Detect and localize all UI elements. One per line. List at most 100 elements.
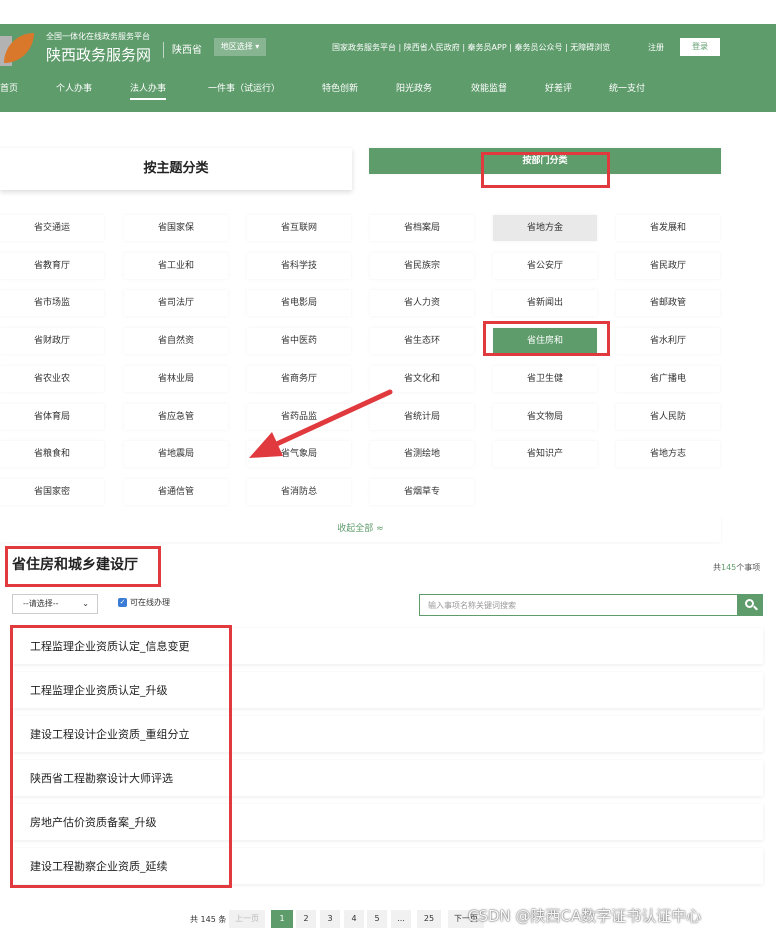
nav-item-legal-person[interactable]: 法人办事 [130,81,167,100]
list-item-label: 房地产估价资质备案_升级 [30,816,157,829]
red-arrow [249,389,393,458]
department-item[interactable]: 省发展和 [616,215,720,241]
search-input[interactable] [419,594,737,616]
nav-item-home[interactable]: 首页 [0,81,18,94]
pagination-page[interactable]: 4 [344,910,364,928]
list-item[interactable]: 房地产估价资质备案_升级 [12,804,763,840]
department-item[interactable]: 省应急管 [124,404,228,430]
register-link[interactable]: 注册 [648,42,664,53]
department-item[interactable]: 省中医药 [247,328,351,354]
department-item[interactable]: 省林业局 [124,366,228,392]
header-divider [163,42,164,58]
nav-item-payment[interactable]: 统一支付 [609,81,645,94]
search-button[interactable] [737,594,763,616]
pagination-ellipsis: ... [391,910,411,928]
orange-leaf-icon [0,30,36,66]
department-item[interactable]: 省交通运 [0,215,104,241]
department-item[interactable]: 省市场监 [0,290,104,316]
department-item[interactable]: 省民族宗 [370,253,474,279]
collapse-all-button[interactable]: 收起全部 ≈ [0,516,721,542]
department-item[interactable]: 省文化和 [370,366,474,392]
pagination-page[interactable]: 1 [271,910,293,928]
list-item[interactable]: 工程监理企业资质认定_升级 [12,672,763,708]
filter-select-value: --请选择-- [23,599,59,608]
department-item[interactable]: 省知识产 [493,441,597,467]
department-item[interactable]: 省公安厅 [493,253,597,279]
department-item[interactable]: 省水利厅 [616,328,720,354]
total-count: 共145个事项 [713,562,760,573]
site-subtitle: 全国一体化在线政务服务平台 [46,32,150,41]
department-item[interactable]: 省地震局 [124,441,228,467]
nav-item-supervision[interactable]: 效能监督 [471,81,507,94]
department-item[interactable]: 省农业农 [0,366,104,392]
department-item[interactable]: 省广播电 [616,366,720,392]
department-item[interactable]: 省民政厅 [616,253,720,279]
department-item[interactable]: 省文物局 [493,404,597,430]
department-item[interactable]: 省烟草专 [370,479,474,505]
pagination-page[interactable]: 3 [320,910,340,928]
department-item[interactable]: 省人力资 [370,290,474,316]
department-item[interactable]: 省商务厅 [247,366,351,392]
department-item[interactable]: 省工业和 [124,253,228,279]
list-item-label: 建设工程勘察企业资质_延续 [30,860,168,873]
nav-item-innovation[interactable]: 特色创新 [322,81,358,94]
department-item[interactable]: 省通信管 [124,479,228,505]
list-item[interactable]: 建设工程设计企业资质_重组分立 [12,716,763,752]
department-item[interactable]: 省教育厅 [0,253,104,279]
department-item[interactable]: 省消防总 [247,479,351,505]
province-label: 陕西省 [172,45,202,56]
list-item[interactable]: 建设工程勘察企业资质_延续 [12,848,763,884]
total-prefix: 共 [713,563,721,572]
total-suffix: 个事项 [736,563,761,572]
department-item[interactable]: 省统计局 [370,404,474,430]
department-item[interactable]: 省测绘地 [370,441,474,467]
department-item[interactable]: 省住房和 [493,328,597,354]
department-item[interactable]: 省国家密 [0,479,104,505]
list-item[interactable]: 陕西省工程勘察设计大师评选 [12,760,763,796]
chevron-down-icon: ⌄ [82,599,89,608]
department-item[interactable]: 省互联网 [247,215,351,241]
pagination-page[interactable]: 5 [367,910,387,928]
department-item[interactable]: 省生态环 [370,328,474,354]
department-item[interactable]: 省体育局 [0,404,104,430]
chevron-down-icon: ▾ [255,42,260,51]
login-button[interactable]: 登录 [680,38,720,56]
top-links[interactable]: 国家政务服务平台 | 陕西省人民政府 | 秦务员APP | 秦务员公众号 | 无… [332,42,610,53]
department-item[interactable]: 省国家保 [124,215,228,241]
department-item[interactable]: 省人民防 [616,404,720,430]
list-item[interactable]: 工程监理企业资质认定_信息变更 [12,628,763,664]
department-item[interactable]: 省财政厅 [0,328,104,354]
tab-by-department[interactable]: 按部门分类 [369,148,721,174]
pagination-page[interactable]: 2 [296,910,316,928]
region-select-button[interactable]: 地区选择 ▾ [214,38,266,56]
nav-item-personal[interactable]: 个人办事 [56,81,92,94]
nav-item-one-thing[interactable]: 一件事（试运行） [208,81,280,94]
department-item[interactable]: 省粮食和 [0,441,104,467]
online-checkbox[interactable]: ✓ [118,598,127,607]
list-item-label: 工程监理企业资质认定_信息变更 [30,640,190,653]
pagination-prev[interactable]: 上一页 [229,910,265,928]
department-item[interactable]: 省地方金 [493,215,597,241]
main-nav: 首页 个人办事 法人办事 一件事（试运行） 特色创新 阳光政务 效能监督 好差评… [0,81,776,101]
total-number: 145 [721,563,737,572]
department-item[interactable]: 省邮政管 [616,290,720,316]
department-item[interactable]: 省新闻出 [493,290,597,316]
filter-select[interactable]: --请选择-- ⌄ [12,594,98,614]
department-item[interactable]: 省气象局 [247,441,351,467]
online-checkbox-label: 可在线办理 [130,598,170,607]
list-item-label: 建设工程设计企业资质_重组分立 [30,728,190,741]
department-item[interactable]: 省司法厅 [124,290,228,316]
section-title: 省住房和城乡建设厅 [12,557,138,573]
nav-item-open-government[interactable]: 阳光政务 [396,81,432,94]
department-item[interactable]: 省自然资 [124,328,228,354]
pagination-page[interactable]: 25 [417,910,441,928]
department-item[interactable]: 省卫生健 [493,366,597,392]
department-item[interactable]: 省药品监 [247,404,351,430]
department-item[interactable]: 省地方志 [616,441,720,467]
department-item[interactable]: 省电影局 [247,290,351,316]
site-title[interactable]: 陕西政务服务网 [46,44,151,65]
tab-by-theme[interactable]: 按主题分类 [0,148,352,190]
department-item[interactable]: 省档案局 [370,215,474,241]
department-item[interactable]: 省科学技 [247,253,351,279]
nav-item-rating[interactable]: 好差评 [545,81,572,94]
